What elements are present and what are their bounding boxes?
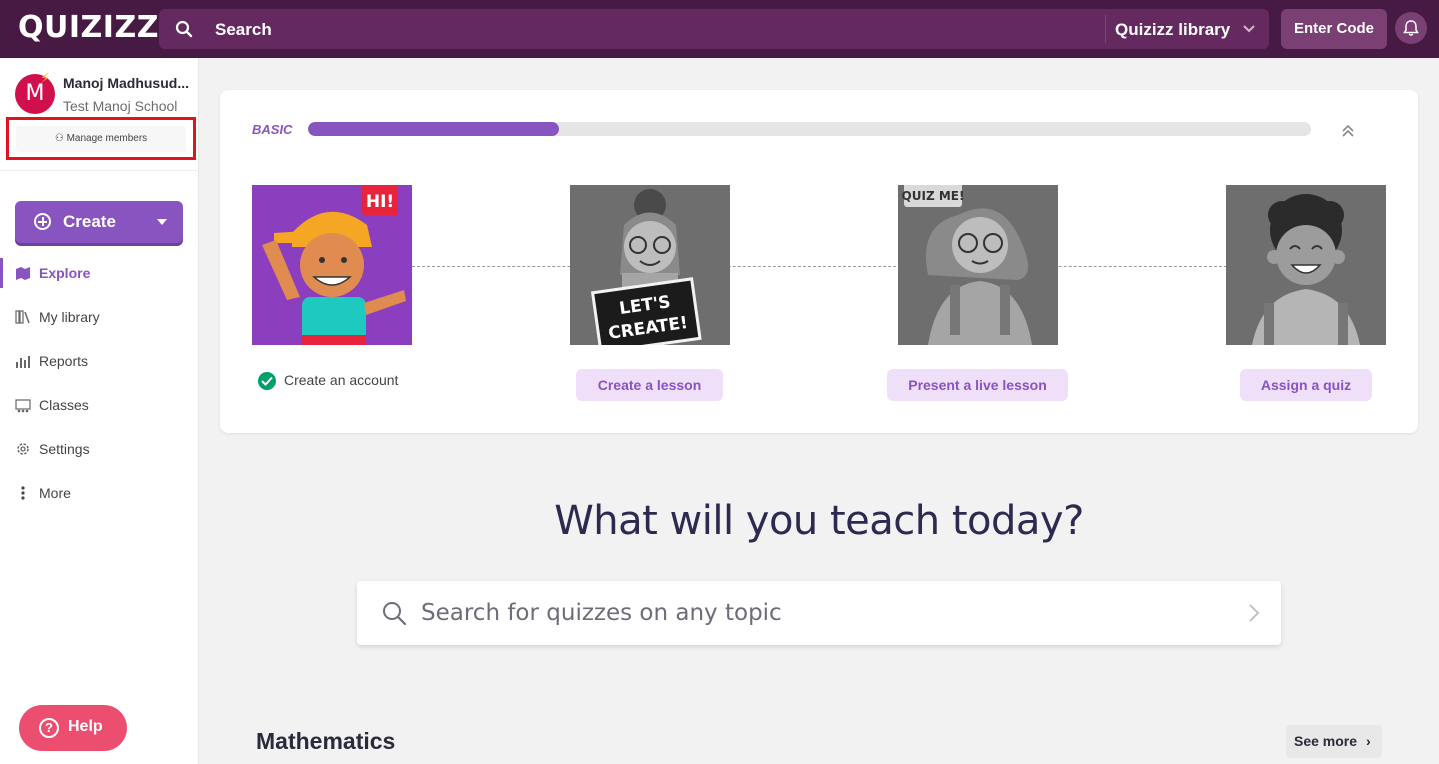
progress-bar	[308, 122, 1311, 136]
search-divider	[1105, 15, 1106, 43]
sidebar-item-label: Classes	[39, 397, 89, 413]
step-image-account: HI!	[252, 185, 412, 345]
sidebar-item-label: Settings	[39, 441, 90, 457]
quiz-search-input[interactable]: Search for quizzes on any topic	[357, 581, 1281, 645]
sidebar-item-more[interactable]: More	[0, 478, 199, 508]
quiz-search-placeholder: Search for quizzes on any topic	[421, 600, 782, 626]
create-label: Create	[63, 212, 116, 231]
boy-smiling-illustration	[1252, 194, 1360, 345]
chevron-right-icon[interactable]	[1248, 603, 1260, 623]
reports-icon	[16, 356, 30, 368]
sidebar-item-reports[interactable]: Reports	[0, 346, 199, 376]
create-button[interactable]: Create	[15, 201, 183, 243]
section-title: Mathematics	[256, 728, 396, 754]
assign-quiz-button[interactable]: Assign a quiz	[1240, 369, 1372, 401]
quizizz-logo[interactable]: QUIZIZZ	[18, 10, 159, 45]
sidebar-item-settings[interactable]: Settings	[0, 434, 199, 464]
sidebar-item-label: My library	[39, 309, 100, 325]
user-school: Test Manoj School	[63, 98, 178, 114]
library-select[interactable]: Quizizz library	[1115, 20, 1230, 40]
checkmark-icon	[258, 372, 276, 390]
sidebar-item-classes[interactable]: Classes	[0, 390, 199, 420]
girl-sign-illustration: LET'S CREATE!	[590, 189, 702, 345]
create-lesson-button[interactable]: Create a lesson	[576, 369, 723, 401]
search-icon	[175, 20, 193, 38]
kid-waving-illustration: HI!	[262, 185, 406, 345]
page-headline: What will you teach today?	[554, 498, 1084, 544]
help-button[interactable]: ? Help	[19, 705, 127, 751]
progress-bar-fill	[308, 122, 559, 136]
global-search-bar[interactable]: Search Quizizz library	[159, 9, 1269, 49]
help-label: Help	[68, 718, 103, 735]
search-icon	[383, 602, 407, 626]
see-more-label: See more	[1294, 733, 1358, 749]
sidebar-item-my-library[interactable]: My library	[0, 302, 199, 332]
sidebar-item-label: More	[39, 485, 71, 501]
see-more-button[interactable]: See more ›	[1286, 725, 1382, 758]
question-icon: ?	[39, 718, 59, 738]
sidebar: M ⚡ Manoj Madhusud... Test Manoj School …	[0, 58, 199, 764]
caret-down-icon[interactable]	[157, 219, 167, 225]
manage-members-label: Manage members	[66, 133, 148, 144]
level-label: BASIC	[252, 122, 293, 137]
explore-icon	[16, 267, 30, 280]
hi-badge-text: HI!	[366, 192, 394, 212]
enter-code-button[interactable]: Enter Code	[1281, 9, 1387, 49]
library-icon	[15, 310, 30, 324]
steps-connector	[412, 266, 1232, 267]
present-live-lesson-button[interactable]: Present a live lesson	[887, 369, 1068, 401]
notifications-button[interactable]	[1395, 12, 1427, 44]
manage-members-button[interactable]: ⚇ Manage members	[16, 126, 186, 152]
onboarding-progress-card: BASIC HI! Create an account LET'S CREATE…	[220, 90, 1418, 433]
sidebar-item-explore[interactable]: Explore	[0, 258, 199, 288]
collapse-chevrons-icon[interactable]	[1339, 122, 1357, 140]
step-image-live: QUIZ ME!	[898, 185, 1058, 345]
more-icon	[21, 486, 25, 500]
sidebar-item-label: Reports	[39, 353, 89, 369]
bell-icon	[1403, 20, 1419, 36]
girl-quiz-illustration: QUIZ ME!	[902, 185, 1032, 345]
step-image-lesson: LET'S CREATE!	[570, 185, 730, 345]
sidebar-divider	[0, 170, 199, 171]
lightning-icon: ⚡	[40, 70, 50, 86]
step-image-assign	[1226, 185, 1386, 345]
settings-icon	[17, 443, 29, 455]
plus-circle-icon	[34, 213, 51, 230]
user-name: Manoj Madhusud...	[63, 75, 189, 91]
search-label: Search	[215, 20, 272, 39]
classes-icon	[15, 399, 31, 413]
sidebar-item-label: Explore	[39, 265, 91, 281]
chevron-down-icon[interactable]	[1242, 22, 1256, 36]
svg-text:QUIZ ME!: QUIZ ME!	[902, 189, 965, 203]
chevron-right-icon: ›	[1366, 733, 1371, 749]
top-bar: QUIZIZZ Search Quizizz library Enter Cod…	[0, 0, 1439, 58]
users-icon: ⚇	[54, 133, 67, 144]
step-label: Create an account	[284, 372, 399, 388]
